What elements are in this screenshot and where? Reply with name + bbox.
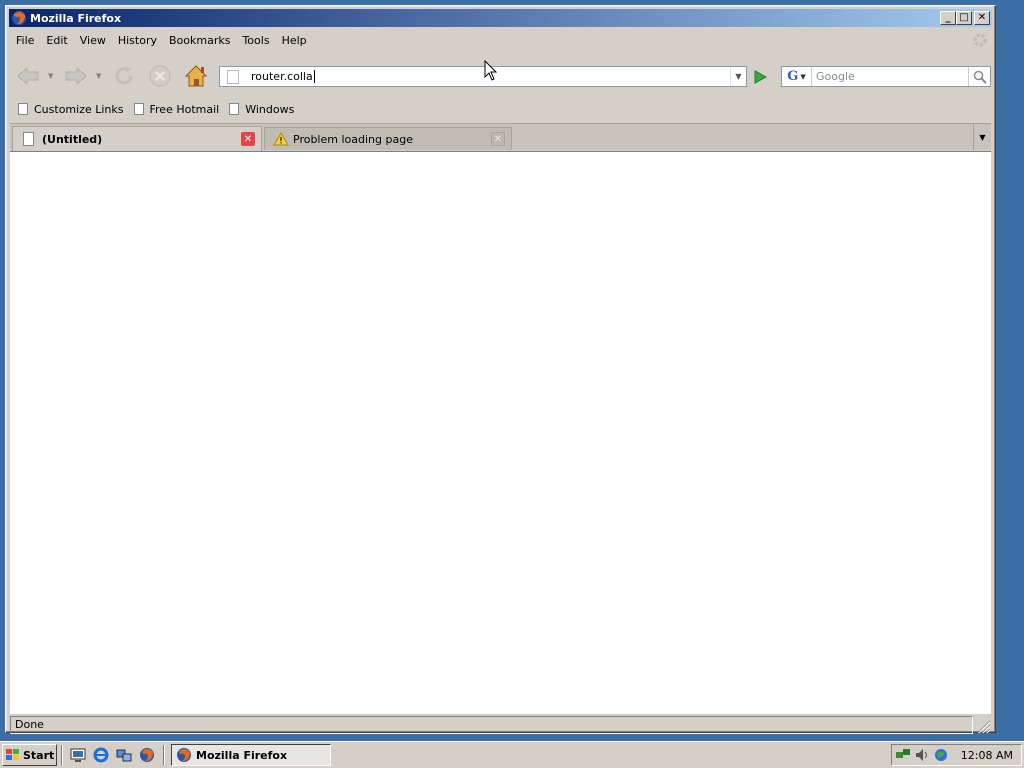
tab-label: Problem loading page xyxy=(293,132,413,146)
status-text: Done xyxy=(10,716,973,734)
internet-explorer-icon xyxy=(93,747,109,763)
menu-bar: File Edit View History Bookmarks Tools H… xyxy=(10,30,991,50)
page-icon xyxy=(18,103,28,115)
warning-icon xyxy=(273,132,289,146)
search-engine-button[interactable]: G ▼ xyxy=(782,67,812,86)
maximize-icon: □ xyxy=(959,12,969,23)
quicklaunch-network[interactable] xyxy=(113,744,135,766)
text-caret xyxy=(313,70,315,84)
page-icon xyxy=(133,103,144,115)
go-arrow-icon xyxy=(754,70,768,84)
menu-history[interactable]: History xyxy=(112,34,163,47)
close-button[interactable]: ✕ xyxy=(974,11,990,25)
menu-tools[interactable]: Tools xyxy=(236,34,275,47)
list-all-tabs-button[interactable]: ▼ xyxy=(973,124,991,150)
tab-label: (Untitled) xyxy=(42,132,103,146)
url-input[interactable]: router.colla xyxy=(251,70,315,84)
taskbar: Start Mozilla Firefox 12:08 AM xyxy=(0,741,1024,768)
globe-icon xyxy=(935,749,947,761)
bookmarks-toolbar: Customize Links Free Hotmail Windows xyxy=(10,98,991,120)
maximize-button[interactable]: □ xyxy=(956,11,972,25)
taskbar-clock[interactable]: 12:08 AM xyxy=(961,749,1013,762)
quicklaunch-show-desktop[interactable] xyxy=(67,744,89,766)
tray-network-icon[interactable] xyxy=(895,747,911,763)
back-arrow-icon xyxy=(17,66,39,86)
network-icon xyxy=(116,749,132,762)
page-content[interactable] xyxy=(10,151,991,714)
reload-icon xyxy=(115,66,133,85)
bookmark-windows[interactable]: Windows xyxy=(229,103,294,116)
tray-volume-icon[interactable] xyxy=(914,747,930,763)
start-button[interactable]: Start xyxy=(2,744,57,766)
minimize-icon: _ xyxy=(945,12,951,23)
magnifier-icon xyxy=(973,70,987,84)
back-history-dropdown[interactable]: ▼ xyxy=(48,72,56,80)
bookmark-label: Customize Links xyxy=(34,102,124,116)
firefox-window: Mozilla Firefox _ □ ✕ File Edit View His… xyxy=(5,5,996,735)
mouse-cursor-icon xyxy=(484,60,498,81)
firefox-icon xyxy=(12,11,26,25)
page-icon xyxy=(23,132,34,146)
tab-strip: (Untitled) ✕ Problem loading page ✕ ▼ xyxy=(10,123,991,151)
forward-arrow-icon xyxy=(65,66,87,86)
speaker-icon xyxy=(916,749,927,761)
stop-icon xyxy=(149,65,171,87)
minimize-button[interactable]: _ xyxy=(940,11,956,25)
menu-bookmarks[interactable]: Bookmarks xyxy=(163,34,236,47)
throbber-icon xyxy=(973,33,987,47)
firefox-icon xyxy=(177,748,191,762)
tab-close-button[interactable]: ✕ xyxy=(241,132,255,146)
taskbar-separator xyxy=(61,745,63,765)
window-title: Mozilla Firefox xyxy=(30,11,122,25)
google-icon: G xyxy=(787,69,799,84)
url-history-dropdown[interactable]: ▼ xyxy=(730,67,746,86)
status-bar: Done xyxy=(10,715,991,735)
title-bar[interactable]: Mozilla Firefox _ □ ✕ xyxy=(9,9,992,27)
taskbar-separator xyxy=(163,745,165,765)
desktop-icon xyxy=(70,748,86,762)
windows-logo-icon xyxy=(6,749,19,760)
taskbar-button-firefox[interactable]: Mozilla Firefox xyxy=(171,744,331,766)
menu-view[interactable]: View xyxy=(74,34,112,47)
bookmark-customize-links[interactable]: Customize Links xyxy=(18,103,124,116)
home-icon xyxy=(184,65,208,87)
resize-grip-icon[interactable] xyxy=(973,716,991,734)
reload-button[interactable] xyxy=(110,62,138,90)
menu-edit[interactable]: Edit xyxy=(40,34,73,47)
search-bar[interactable]: G ▼ Google xyxy=(781,66,991,87)
search-button[interactable] xyxy=(968,67,990,86)
search-input[interactable]: Google xyxy=(816,70,968,83)
navigation-toolbar: ▼ ▼ router.colla ▼ G ▼ Google xyxy=(10,58,991,96)
home-button[interactable] xyxy=(182,62,210,90)
tab-close-button[interactable]: ✕ xyxy=(491,132,505,146)
menu-file[interactable]: File xyxy=(10,34,40,47)
taskbar-button-label: Mozilla Firefox xyxy=(196,748,288,762)
tab-problem-loading[interactable]: Problem loading page ✕ xyxy=(264,127,512,150)
stop-button[interactable] xyxy=(146,62,174,90)
network-connection-icon xyxy=(896,749,910,758)
forward-button[interactable] xyxy=(62,62,90,90)
quicklaunch-firefox[interactable] xyxy=(136,744,158,766)
url-text: router.colla xyxy=(251,69,313,83)
close-icon: ✕ xyxy=(977,12,987,23)
system-tray: 12:08 AM xyxy=(891,744,1022,766)
bookmark-label: Free Hotmail xyxy=(149,102,220,116)
tray-status-icon[interactable] xyxy=(933,747,949,763)
menu-help[interactable]: Help xyxy=(276,34,313,47)
chevron-down-icon: ▼ xyxy=(800,72,806,81)
quicklaunch-internet-explorer[interactable] xyxy=(90,744,112,766)
forward-history-dropdown[interactable]: ▼ xyxy=(96,72,104,80)
back-button[interactable] xyxy=(14,62,42,90)
tab-untitled[interactable]: (Untitled) ✕ xyxy=(12,126,262,151)
go-button[interactable] xyxy=(750,67,770,87)
chevron-down-icon: ▼ xyxy=(979,132,986,142)
bookmark-label: Windows xyxy=(245,102,295,116)
start-label: Start xyxy=(23,748,55,762)
page-icon xyxy=(229,103,240,115)
page-icon xyxy=(227,69,239,84)
bookmark-free-hotmail[interactable]: Free Hotmail xyxy=(133,102,220,116)
firefox-icon xyxy=(140,748,154,762)
url-bar[interactable]: router.colla ▼ xyxy=(219,66,747,87)
